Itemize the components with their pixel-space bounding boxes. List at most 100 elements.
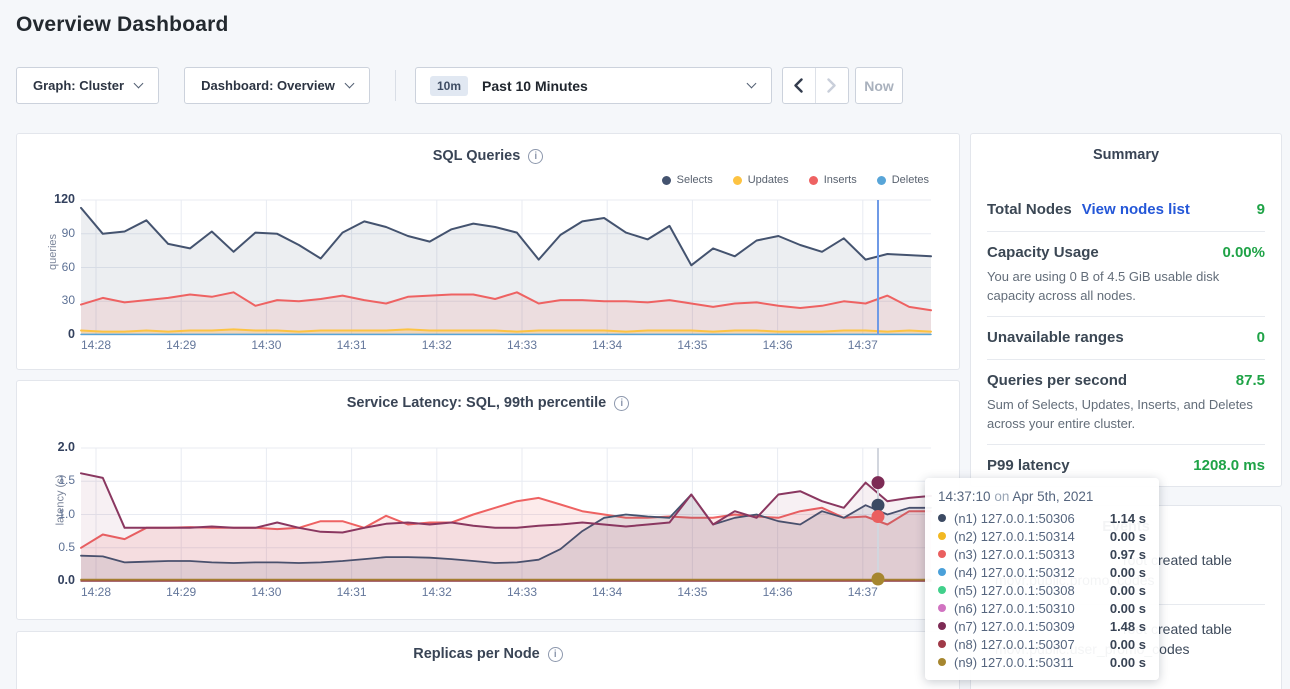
chevron-right-icon [826, 78, 837, 93]
y-tick-label: 0.0 [35, 573, 75, 587]
dashboard-dropdown[interactable]: Dashboard: Overview [184, 67, 370, 104]
summary-title: Summary [987, 146, 1265, 189]
summary-row-total-nodes: Total Nodes View nodes list 9 [987, 189, 1265, 232]
qps-value: 87.5 [1236, 371, 1265, 391]
node-color-dot [938, 586, 946, 594]
info-icon[interactable]: i [528, 149, 543, 164]
node-color-dot [938, 514, 946, 522]
node-latency-value: 1.48 s [1110, 619, 1146, 634]
graph-dropdown-label: Graph: Cluster [33, 78, 124, 93]
capacity-usage-value: 0.00% [1222, 243, 1265, 263]
y-tick-label: 30 [35, 293, 75, 307]
view-nodes-link[interactable]: View nodes list [1082, 200, 1190, 220]
tooltip-node-row: (n5) 127.0.0.1:503080.00 s [938, 581, 1146, 599]
qps-label: Queries per second [987, 371, 1127, 391]
y-tick-label: 1.0 [35, 507, 75, 521]
node-color-dot [938, 550, 946, 558]
time-range-selector[interactable]: 10m Past 10 Minutes [415, 67, 772, 104]
time-range-badge: 10m [430, 76, 468, 96]
x-tick-label: 14:34 [583, 338, 631, 352]
y-tick-label: 120 [35, 192, 75, 206]
time-range-label: Past 10 Minutes [482, 78, 588, 94]
tooltip-node-row: (n1) 127.0.0.1:503061.14 s [938, 509, 1146, 527]
x-tick-label: 14:34 [583, 585, 631, 599]
chevron-left-icon [793, 78, 804, 93]
summary-row-capacity: Capacity Usage 0.00% You are using 0 B o… [987, 232, 1265, 317]
node-latency-value: 0.00 s [1110, 529, 1146, 544]
legend-dot [877, 176, 886, 185]
capacity-usage-label: Capacity Usage [987, 243, 1099, 263]
x-tick-label: 14:37 [839, 338, 887, 352]
tooltip-node-row: (n2) 127.0.0.1:503140.00 s [938, 527, 1146, 545]
legend-item-inserts[interactable]: Inserts [809, 174, 857, 186]
node-latency-value: 0.97 s [1110, 547, 1146, 562]
tooltip-node-row: (n9) 127.0.0.1:503110.00 s [938, 653, 1146, 671]
x-tick-label: 14:32 [413, 338, 461, 352]
x-tick-label: 14:28 [72, 338, 120, 352]
node-address: (n7) 127.0.0.1:50309 [954, 619, 1075, 634]
time-step-buttons [782, 67, 849, 104]
node-address: (n6) 127.0.0.1:50310 [954, 601, 1075, 616]
summary-row-qps: Queries per second 87.5 Sum of Selects, … [987, 360, 1265, 445]
x-tick-label: 14:29 [157, 585, 205, 599]
overview-dashboard-page: Overview Dashboard Graph: Cluster Dashbo… [0, 0, 1290, 689]
node-latency-value: 0.00 s [1110, 583, 1146, 598]
x-tick-label: 14:37 [839, 585, 887, 599]
summary-panel: Summary Total Nodes View nodes list 9 Ca… [970, 133, 1282, 487]
legend-dot [662, 176, 671, 185]
x-tick-label: 14:33 [498, 338, 546, 352]
qps-desc: Sum of Selects, Updates, Inserts, and De… [987, 395, 1265, 433]
x-tick-label: 14:33 [498, 585, 546, 599]
x-tick-label: 14:35 [668, 338, 716, 352]
chevron-down-icon [344, 79, 354, 89]
total-nodes-label: Total Nodes [987, 200, 1072, 220]
x-tick-label: 14:32 [413, 585, 461, 599]
y-tick-label: 0.5 [35, 540, 75, 554]
y-tick-label: 2.0 [35, 440, 75, 454]
y-tick-label: 0 [35, 327, 75, 341]
unavailable-ranges-value: 0 [1257, 328, 1265, 348]
tooltip-node-row: (n3) 127.0.0.1:503130.97 s [938, 545, 1146, 563]
node-color-dot [938, 622, 946, 630]
toolbar-divider [395, 70, 396, 101]
legend-dot [733, 176, 742, 185]
sql-queries-plot[interactable] [81, 200, 931, 335]
legend-dot [809, 176, 818, 185]
node-color-dot [938, 640, 946, 648]
now-button[interactable]: Now [855, 67, 903, 104]
legend-item-updates[interactable]: Updates [733, 174, 789, 186]
tooltip-node-row: (n4) 127.0.0.1:503120.00 s [938, 563, 1146, 581]
replicas-per-node-card: Replicas per Nodei [16, 631, 960, 689]
y-tick-label: 1.5 [35, 473, 75, 487]
service-latency-plot[interactable] [81, 448, 931, 581]
legend-item-selects[interactable]: Selects [662, 174, 713, 186]
page-title: Overview Dashboard [16, 13, 229, 37]
dashboard-dropdown-label: Dashboard: Overview [201, 78, 335, 93]
x-tick-label: 14:30 [242, 585, 290, 599]
tooltip-node-row: (n8) 127.0.0.1:503070.00 s [938, 635, 1146, 653]
tooltip-timestamp: 14:37:10 on Apr 5th, 2021 [938, 487, 1146, 507]
node-color-dot [938, 604, 946, 612]
y-tick-label: 60 [35, 260, 75, 274]
x-tick-label: 14:28 [72, 585, 120, 599]
x-tick-label: 14:29 [157, 338, 205, 352]
capacity-usage-desc: You are using 0 B of 4.5 GiB usable disk… [987, 267, 1265, 305]
y-tick-label: 90 [35, 226, 75, 240]
node-address: (n4) 127.0.0.1:50312 [954, 565, 1075, 580]
node-color-dot [938, 568, 946, 576]
legend-item-deletes[interactable]: Deletes [877, 174, 929, 186]
p99-latency-value: 1208.0 ms [1193, 456, 1265, 476]
info-icon[interactable]: i [548, 647, 563, 662]
sql-queries-card: SQL Queriesi SelectsUpdatesInsertsDelete… [16, 133, 960, 370]
time-forward-button[interactable] [816, 68, 849, 103]
time-back-button[interactable] [783, 68, 816, 103]
node-latency-value: 1.14 s [1110, 511, 1146, 526]
x-tick-label: 14:31 [328, 338, 376, 352]
node-latency-value: 0.00 s [1110, 601, 1146, 616]
chart-legend: Selects Updates Inserts Deletes [662, 174, 929, 186]
graph-dropdown[interactable]: Graph: Cluster [16, 67, 159, 104]
node-color-dot [938, 658, 946, 666]
x-tick-label: 14:35 [668, 585, 716, 599]
tooltip-node-row: (n7) 127.0.0.1:50309 1.48 s [938, 617, 1146, 635]
info-icon[interactable]: i [614, 396, 629, 411]
